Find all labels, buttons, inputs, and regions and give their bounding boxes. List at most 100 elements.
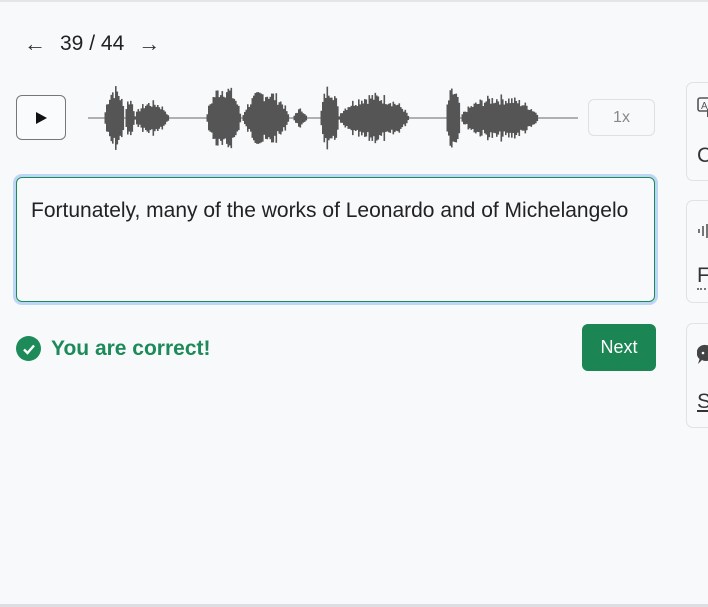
waveform-bar — [136, 111, 138, 125]
waveform-bar — [467, 106, 470, 130]
waveform-bar — [164, 111, 167, 125]
waveform-bar — [403, 111, 405, 125]
waveform-bar — [217, 90, 219, 146]
waveform-bar — [143, 108, 146, 128]
waveform-bar — [518, 99, 521, 137]
waveform-bar — [371, 95, 374, 141]
waveform-bar — [320, 110, 323, 126]
waveform-bar — [466, 112, 468, 124]
waveform-bar — [140, 108, 143, 128]
waveform-bar — [379, 100, 381, 136]
waveform-bar — [511, 98, 513, 138]
check-circle-icon — [16, 336, 41, 361]
waveform-bar — [476, 104, 479, 132]
waveform-bar — [373, 99, 375, 137]
waveform-bar — [532, 111, 534, 125]
waveform-bar — [383, 95, 386, 141]
waveform-bar — [268, 98, 270, 138]
waveform-bar — [239, 113, 242, 123]
waveform-bar — [302, 113, 305, 123]
waveform-bar — [107, 104, 110, 132]
waveform-bar — [145, 105, 147, 131]
waveform-bar — [137, 109, 140, 127]
waveform-bar — [242, 115, 245, 121]
waveform-bar — [380, 100, 383, 136]
waveform-bar — [470, 106, 473, 130]
waveform-bar — [367, 103, 369, 133]
svg-text:A: A — [701, 101, 708, 112]
waveform-bar — [215, 90, 218, 146]
side-card-chat[interactable]: S — [686, 323, 708, 428]
side-card-audio[interactable]: F — [686, 200, 708, 303]
waveform-bar — [131, 104, 134, 132]
waveform-bar — [385, 104, 387, 132]
waveform-bar — [286, 111, 288, 125]
waveform-bar — [368, 95, 371, 141]
waveform-bar — [260, 93, 263, 143]
waveform-bar — [491, 98, 494, 138]
waveform-bar — [490, 103, 492, 133]
waveform-bar — [512, 102, 515, 134]
waveform-bar — [257, 92, 260, 144]
next-button[interactable]: Next — [582, 324, 656, 371]
waveform-bar — [370, 98, 372, 138]
waveform-bar — [406, 112, 408, 124]
arrow-left-icon[interactable]: ← — [24, 31, 46, 57]
waveform-bar — [344, 108, 347, 128]
play-button[interactable] — [16, 95, 66, 140]
waveform-bar — [209, 104, 212, 132]
waveform-bar — [263, 101, 266, 135]
waveform-bar — [230, 87, 233, 149]
waveform-bar — [221, 91, 224, 145]
waveform-bar — [365, 99, 368, 137]
waveform-bar — [454, 93, 456, 143]
waveform-bar — [461, 114, 464, 122]
waveform-bar — [284, 105, 287, 131]
waveform-bar — [448, 100, 450, 136]
waveform-bar — [397, 104, 399, 132]
side-card-translate[interactable]: A C — [686, 82, 708, 181]
waveform-bar — [325, 97, 327, 139]
waveform-bar — [361, 100, 363, 136]
waveform-bar — [451, 88, 453, 148]
waveform-bar — [163, 110, 165, 126]
waveform-bar — [214, 97, 216, 139]
waveform-bar — [358, 99, 360, 137]
waveform-bar — [500, 94, 503, 142]
waveform-bar — [208, 105, 210, 131]
waveform-bar — [452, 94, 455, 142]
translate-icon: A — [697, 97, 708, 117]
waveform-bar — [142, 104, 144, 132]
waveform-bar — [334, 96, 336, 140]
waveform-bar — [400, 107, 402, 129]
waveform-bar — [283, 108, 285, 128]
waveform-bar — [349, 107, 351, 129]
waveform-bar — [151, 106, 153, 130]
feedback-status: You are correct! — [16, 336, 211, 361]
waveform-bar — [329, 97, 332, 139]
waveform-bar — [352, 100, 354, 136]
waveform-bar — [275, 93, 278, 143]
waveform-bar — [149, 105, 152, 131]
waveform-bar — [280, 101, 282, 135]
waveform-bar — [211, 103, 213, 133]
waveform-bar — [343, 110, 345, 126]
audio-waveform[interactable] — [88, 80, 578, 156]
waveform-bar — [509, 103, 512, 133]
waveform-bar — [259, 92, 261, 144]
waveform-bar — [338, 116, 341, 120]
playback-speed-button[interactable]: 1x — [588, 99, 655, 136]
waveform-bar — [482, 106, 485, 130]
waveform-bar — [152, 100, 155, 136]
transcription-input-focus[interactable]: Fortunately, many of the works of Leonar… — [13, 174, 658, 305]
waveform-bar — [109, 99, 111, 137]
waveform-bar — [139, 111, 141, 125]
waveform-bar — [166, 114, 168, 122]
transcription-input[interactable]: Fortunately, many of the works of Leonar… — [16, 177, 655, 302]
waveform-bar — [517, 103, 519, 133]
waveform-bar — [514, 97, 516, 139]
waveform-bar — [485, 101, 488, 135]
arrow-right-icon[interactable]: → — [138, 31, 160, 57]
waveform-bar — [472, 106, 474, 130]
waveform-bar — [250, 104, 252, 132]
